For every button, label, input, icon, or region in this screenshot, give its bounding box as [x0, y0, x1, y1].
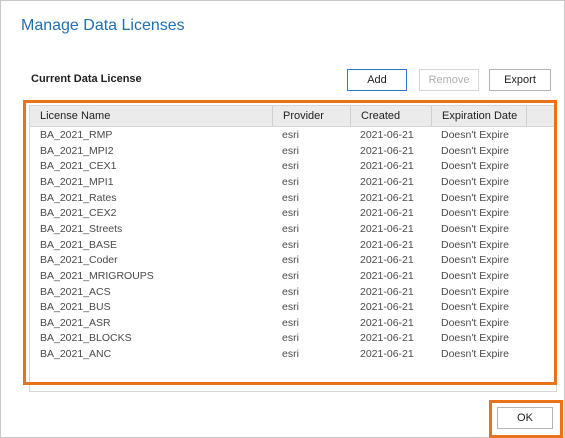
table-row[interactable]: BA_2021_CEX1 esri 2021-06-21 Doesn't Expire	[30, 159, 556, 175]
created-cell: 2021-06-21	[360, 207, 414, 220]
license-name-cell: BA_2021_RMP	[40, 129, 113, 141]
table-row[interactable]: BA_2021_CEX2 esri 2021-06-21 Doesn't Expire	[30, 206, 556, 222]
expiration-date-cell: Doesn't Expire	[441, 301, 509, 314]
created-cell: 2021-06-21	[360, 348, 414, 361]
expiration-date-cell: Doesn't Expire	[441, 191, 509, 204]
manage-data-licenses-dialog: Manage Data Licenses Current Data Licens…	[0, 0, 565, 438]
table-row[interactable]: BA_2021_BASE esri 2021-06-21 Doesn't Expire	[30, 238, 556, 254]
dialog-title: Manage Data Licenses	[21, 17, 185, 34]
license-name-cell: BA_2021_Rates	[40, 191, 117, 204]
table-row[interactable]: BA_2021_Streets esri 2021-06-21 Doesn't Exp…	[30, 222, 556, 238]
table-row[interactable]: BA_2021_BLOCKS esri 2021-06-21 Doesn't Expi…	[30, 331, 556, 347]
expiration-date-cell: Doesn't Expire	[441, 222, 509, 235]
provider-cell: esri	[282, 129, 299, 141]
expiration-date-cell: Doesn't Expire	[441, 348, 509, 361]
created-cell: 2021-06-21	[360, 254, 414, 267]
provider-cell: esri	[282, 285, 299, 298]
column-header-spacer	[526, 106, 556, 126]
license-name-cell: BA_2021_BUS	[40, 301, 111, 314]
license-name-cell: BA_2021_BLOCKS	[40, 332, 132, 345]
expiration-date-cell: Doesn't Expire	[441, 175, 509, 188]
created-cell: 2021-06-21	[360, 144, 414, 157]
expiration-date-cell: Doesn't Expire	[441, 238, 509, 251]
current-data-license-label: Current Data License	[31, 73, 142, 85]
provider-cell: esri	[282, 175, 299, 188]
column-header-license-name[interactable]: License Name	[30, 106, 272, 126]
created-cell: 2021-06-21	[360, 222, 414, 235]
table-row[interactable]: BA_2021_MPI2 esri 2021-06-21 Doesn't Expire	[30, 144, 556, 160]
expiration-date-cell: Doesn't Expire	[441, 254, 509, 267]
provider-cell: esri	[282, 332, 299, 345]
license-name-cell: BA_2021_Streets	[40, 222, 123, 235]
provider-cell: esri	[282, 301, 299, 314]
ok-button[interactable]: OK	[497, 407, 553, 429]
table-row[interactable]: BA_2021_RMP esri 2021-06-21 Doesn't Expire	[30, 128, 556, 144]
licenses-table[interactable]: License Name Provider Created Expiration…	[29, 105, 557, 392]
license-name-cell: BA_2021_ANC	[40, 348, 112, 361]
expiration-date-cell: Doesn't Expire	[441, 269, 509, 282]
created-cell: 2021-06-21	[360, 301, 414, 314]
provider-cell: esri	[282, 316, 299, 329]
expiration-date-cell: Doesn't Expire	[441, 160, 509, 173]
column-header-expiration-date[interactable]: Expiration Date	[431, 106, 526, 126]
license-name-cell: BA_2021_BASE	[40, 238, 118, 251]
license-name-cell: BA_2021_MPI2	[40, 144, 114, 157]
table-header: License Name Provider Created Expiration…	[30, 106, 556, 127]
provider-cell: esri	[282, 254, 299, 267]
remove-button[interactable]: Remove	[419, 69, 479, 91]
created-cell: 2021-06-21	[360, 191, 414, 204]
provider-cell: esri	[282, 348, 299, 361]
table-row[interactable]: BA_2021_ASR esri 2021-06-21 Doesn't Expire	[30, 316, 556, 332]
provider-cell: esri	[282, 238, 299, 251]
license-name-cell: BA_2021_MRIGROUPS	[40, 269, 154, 282]
license-name-cell: BA_2021_ASR	[40, 316, 111, 329]
license-name-cell: BA_2021_CEX1	[40, 160, 117, 173]
created-cell: 2021-06-21	[360, 175, 414, 188]
table-row[interactable]: BA_2021_Coder esri 2021-06-21 Doesn't Expir…	[30, 253, 556, 269]
expiration-date-cell: Doesn't Expire	[441, 316, 509, 329]
created-cell: 2021-06-21	[360, 269, 414, 282]
provider-cell: esri	[282, 207, 299, 220]
table-row[interactable]: BA_2021_ACS esri 2021-06-21 Doesn't Expire	[30, 285, 556, 301]
created-cell: 2021-06-21	[360, 332, 414, 345]
license-name-cell: BA_2021_Coder	[40, 254, 118, 267]
license-name-cell: BA_2021_CEX2	[40, 207, 117, 220]
license-name-cell: BA_2021_ACS	[40, 285, 111, 298]
provider-cell: esri	[282, 269, 299, 282]
provider-cell: esri	[282, 191, 299, 204]
expiration-date-cell: Doesn't Expire	[441, 207, 509, 220]
table-row[interactable]: BA_2021_ANC esri 2021-06-21 Doesn't Expire	[30, 347, 556, 363]
provider-cell: esri	[282, 222, 299, 235]
expiration-date-cell: Doesn't Expire	[441, 144, 509, 157]
created-cell: 2021-06-21	[360, 316, 414, 329]
created-cell: 2021-06-21	[360, 129, 414, 141]
column-header-provider[interactable]: Provider	[272, 106, 350, 126]
provider-cell: esri	[282, 160, 299, 173]
add-button[interactable]: Add	[347, 69, 407, 91]
created-cell: 2021-06-21	[360, 160, 414, 173]
column-header-created[interactable]: Created	[350, 106, 431, 126]
created-cell: 2021-06-21	[360, 285, 414, 298]
license-name-cell: BA_2021_MPI1	[40, 175, 114, 188]
table-row[interactable]: BA_2021_BUS esri 2021-06-21 Doesn't Expire	[30, 300, 556, 316]
table-row[interactable]: BA_2021_Rates esri 2021-06-21 Doesn't Expir…	[30, 191, 556, 207]
table-row[interactable]: BA_2021_MPI1 esri 2021-06-21 Doesn't Expire	[30, 175, 556, 191]
created-cell: 2021-06-21	[360, 238, 414, 251]
expiration-date-cell: Doesn't Expire	[441, 285, 509, 298]
export-button[interactable]: Export	[489, 69, 551, 91]
expiration-date-cell: Doesn't Expire	[441, 129, 509, 141]
expiration-date-cell: Doesn't Expire	[441, 332, 509, 345]
provider-cell: esri	[282, 144, 299, 157]
table-row[interactable]: BA_2021_MRIGROUPS esri 2021-06-21 Doesn't E…	[30, 269, 556, 285]
